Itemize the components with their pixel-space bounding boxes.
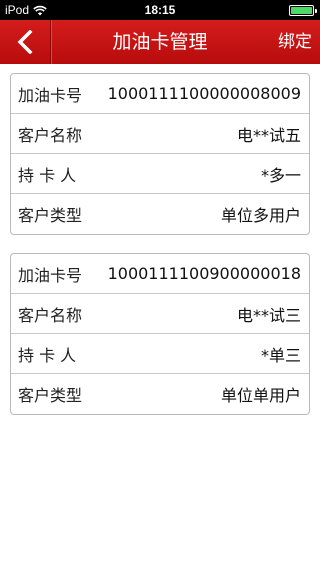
- card-number-value: 1000111100000008009: [107, 84, 301, 103]
- status-time: 18:15: [144, 3, 176, 17]
- card-number-row: 加油卡号 1000111100000008009: [11, 74, 309, 114]
- customer-name-row: 客户名称 电**试三: [11, 294, 309, 334]
- battery-icon: [289, 4, 317, 16]
- cardholder-value: *单三: [260, 345, 301, 365]
- customer-type-row: 客户类型 单位单用户: [11, 374, 309, 414]
- customer-type-value: 单位单用户: [220, 386, 301, 405]
- fuel-card-1[interactable]: 加油卡号 1000111100000008009 客户名称 电**试五 持 卡 …: [10, 73, 310, 235]
- customer-type-label: 客户类型: [18, 206, 83, 225]
- card-number-label: 加油卡号: [18, 265, 83, 285]
- cardholder-row: 持 卡 人 *单三: [11, 334, 309, 374]
- cardholder-row: 持 卡 人 *多一: [11, 154, 309, 194]
- customer-name-value: 电**试三: [236, 305, 301, 325]
- customer-type-value: 单位多用户: [220, 206, 301, 225]
- bind-button[interactable]: 绑定: [278, 20, 312, 64]
- customer-type-label: 客户类型: [18, 386, 83, 405]
- cardholder-label: 持 卡 人: [18, 345, 77, 365]
- battery-level: [291, 6, 312, 14]
- chevron-left-icon: [17, 30, 33, 54]
- back-button[interactable]: [0, 20, 50, 64]
- customer-name-label: 客户名称: [18, 305, 83, 325]
- customer-type-row: 客户类型 单位多用户: [11, 194, 309, 234]
- customer-name-label: 客户名称: [18, 125, 83, 145]
- cardholder-value: *多一: [260, 165, 301, 185]
- status-right: [289, 0, 317, 20]
- card-number-label: 加油卡号: [18, 85, 83, 105]
- nav-bar: 加油卡管理 绑定: [0, 20, 320, 64]
- card-number-row: 加油卡号 1000111100900000018: [11, 254, 309, 294]
- customer-name-row: 客户名称 电**试五: [11, 114, 309, 154]
- nav-divider: [50, 20, 51, 64]
- customer-name-value: 电**试五: [236, 125, 301, 145]
- cardholder-label: 持 卡 人: [18, 165, 77, 185]
- fuel-card-2[interactable]: 加油卡号 1000111100900000018 客户名称 电**试三 持 卡 …: [10, 253, 310, 415]
- page-title: 加油卡管理: [112, 31, 208, 53]
- status-bar: iPod 18:15: [0, 0, 320, 20]
- card-number-value: 1000111100900000018: [107, 264, 301, 283]
